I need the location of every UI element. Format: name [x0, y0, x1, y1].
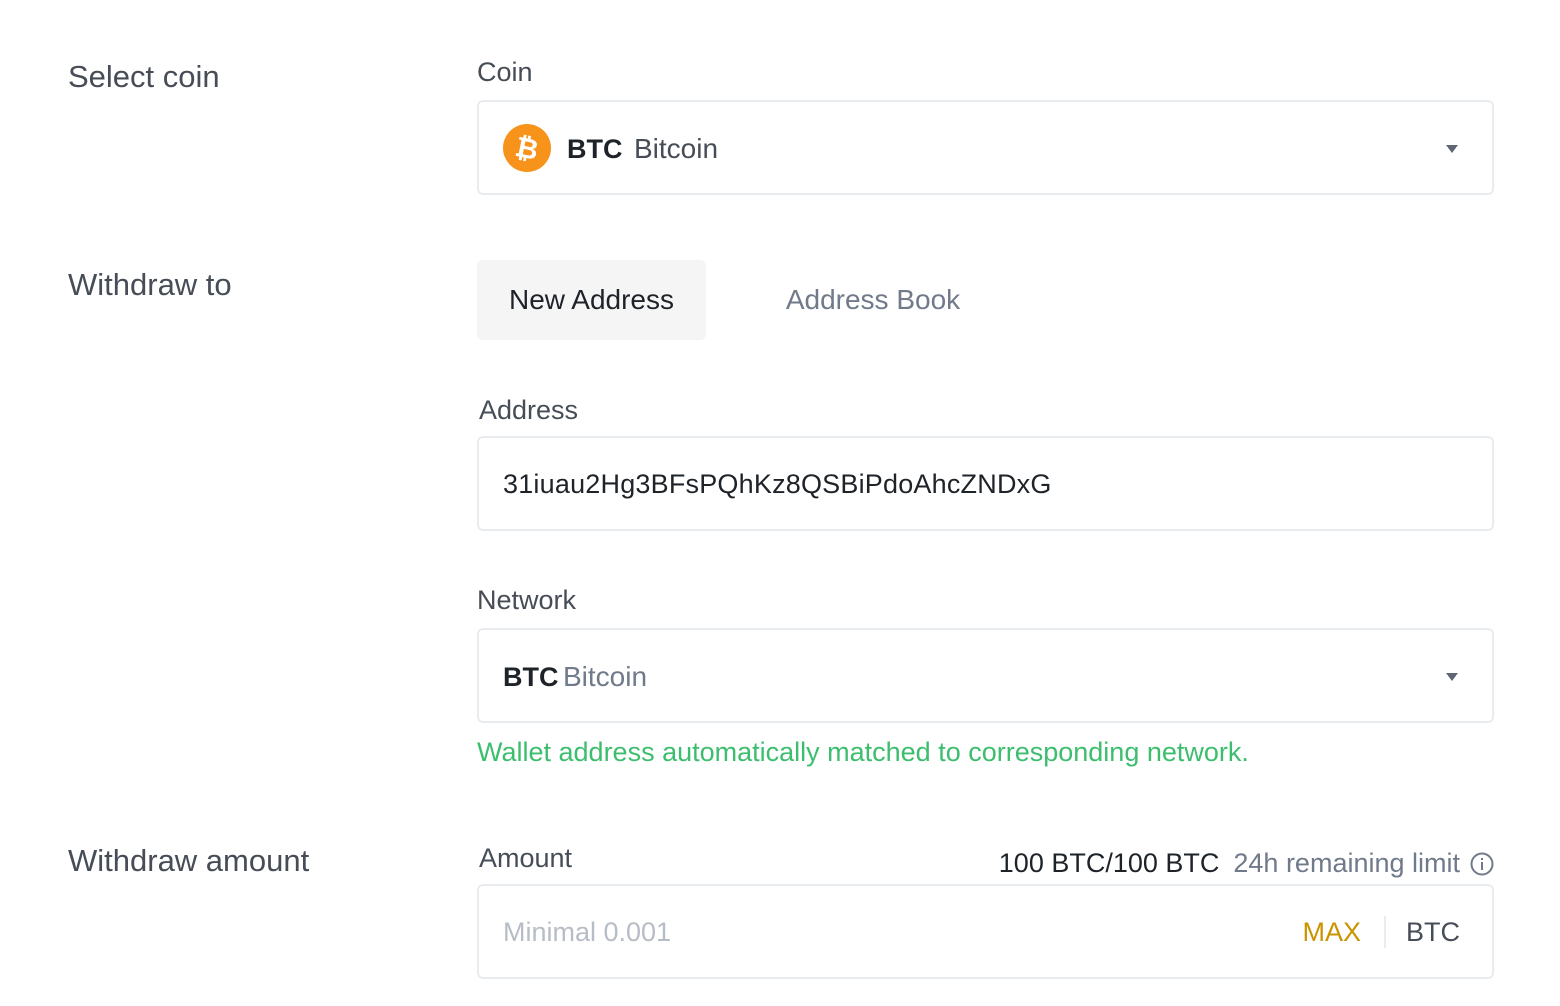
remaining-limit: 100 BTC/100 BTC 24h remaining limit — [999, 845, 1494, 881]
coin-select[interactable]: ₿ BTC Bitcoin — [477, 100, 1494, 195]
chevron-down-icon — [1446, 145, 1458, 153]
svg-text:₿: ₿ — [512, 130, 541, 167]
chevron-down-icon — [1446, 673, 1458, 681]
tab-address-book[interactable]: Address Book — [760, 260, 986, 340]
coin-label: Coin — [477, 57, 533, 87]
network-symbol: BTC — [503, 662, 559, 692]
address-value: 31iuau2Hg3BFsPQhKz8QSBiPdoAhcZNDxG — [503, 469, 1052, 499]
tab-new-address[interactable]: New Address — [477, 260, 706, 340]
section-label-select-coin: Select coin — [68, 59, 220, 94]
amount-input[interactable] — [503, 910, 1203, 954]
bitcoin-icon: ₿ — [503, 124, 551, 172]
amount-label: Amount — [479, 843, 573, 873]
coin-name: Bitcoin — [634, 133, 719, 164]
section-label-withdraw-to: Withdraw to — [68, 267, 232, 302]
max-button[interactable]: MAX — [1302, 914, 1361, 950]
section-label-withdraw-amount: Withdraw amount — [68, 843, 310, 878]
network-select[interactable]: BTC Bitcoin — [477, 628, 1494, 723]
address-label: Address — [479, 395, 579, 425]
network-label: Network — [477, 585, 577, 615]
amount-field[interactable]: MAX BTC — [477, 884, 1494, 979]
info-icon[interactable] — [1470, 849, 1494, 876]
address-field[interactable]: 31iuau2Hg3BFsPQhKz8QSBiPdoAhcZNDxG — [477, 436, 1494, 531]
network-name: Bitcoin — [563, 661, 648, 692]
limit-value: 100 BTC/100 BTC — [998, 848, 1220, 878]
limit-label: 24h remaining limit — [1233, 848, 1460, 878]
amount-unit: BTC — [1406, 917, 1460, 947]
network-match-message: Wallet address automatically matched to … — [477, 737, 1249, 767]
divider — [1384, 916, 1386, 948]
coin-symbol: BTC — [567, 134, 623, 164]
